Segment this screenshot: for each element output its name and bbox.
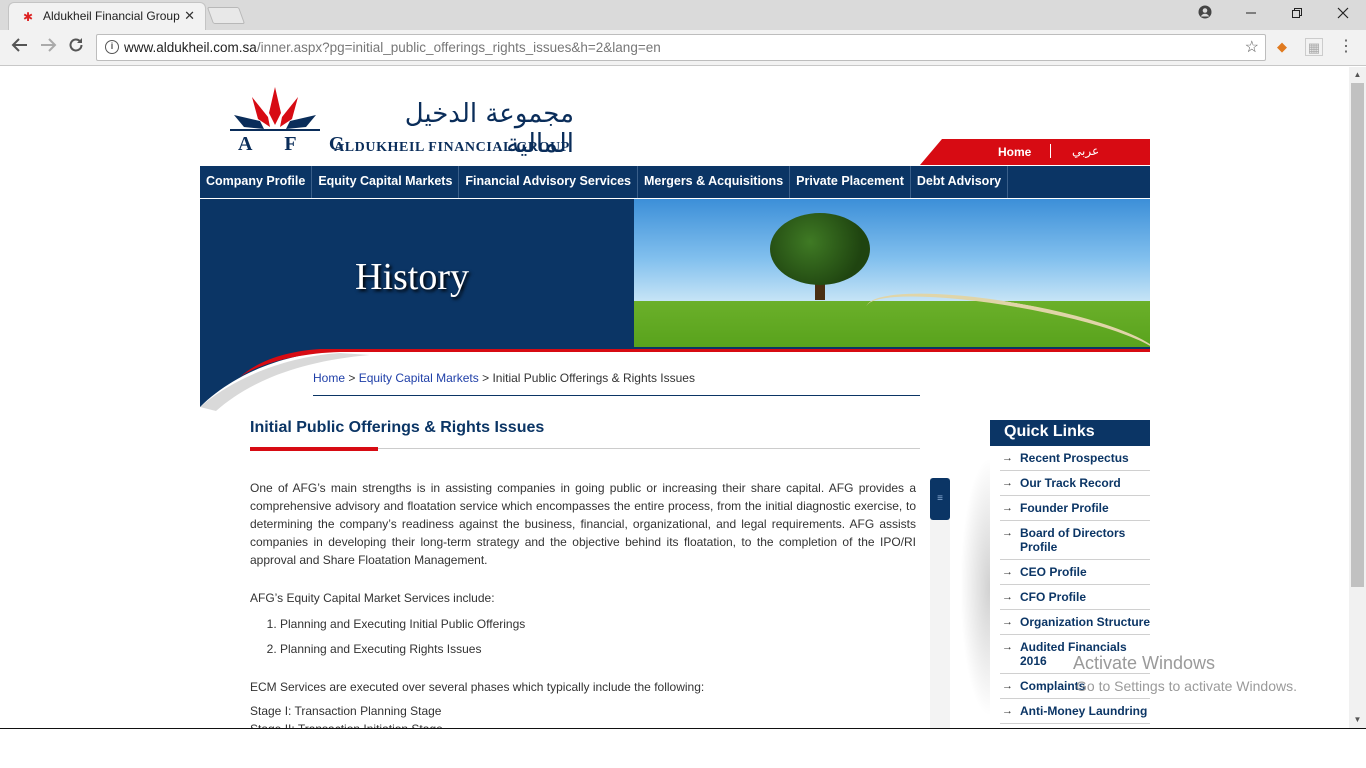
close-window-icon[interactable] — [1320, 0, 1366, 30]
list-item: Planning and Executing Rights Issues — [280, 640, 916, 658]
top-utility-nav: Home عربي — [920, 139, 1150, 165]
logo-english-name: ALDUKHEIL FINANCIAL GROUP — [334, 140, 570, 155]
content-scroll-thumb[interactable]: ≡ — [930, 478, 950, 520]
back-icon[interactable] — [8, 36, 32, 60]
list-item: Planning and Executing Initial Public Of… — [280, 615, 916, 633]
breadcrumb-home-link[interactable]: Home — [313, 371, 345, 385]
intro-paragraph: One of AFG’s main strengths is in assist… — [250, 481, 916, 567]
page-scroll-thumb[interactable] — [1351, 83, 1364, 587]
browser-toolbar: i www.aldukheil.com.sa/inner.aspx?pg=ini… — [0, 30, 1366, 66]
title-accent-bar — [250, 447, 378, 451]
profile-icon[interactable] — [1182, 0, 1228, 30]
quicklink-recent-prospectus[interactable]: → Recent Prospectus — [1000, 446, 1150, 471]
quick-links-heading: Quick Links — [990, 420, 1150, 446]
extension-icon[interactable]: ▦ — [1305, 38, 1323, 56]
top-nav-divider — [1050, 144, 1051, 158]
services-intro: AFG’s Equity Capital Market Services inc… — [250, 591, 495, 605]
phases-intro: ECM Services are executed over several p… — [250, 680, 705, 694]
nav-debt-advisory[interactable]: Debt Advisory — [911, 166, 1009, 198]
activate-windows-subtitle: Go to Settings to activate Windows. — [1076, 678, 1297, 694]
nav-equity-capital-markets[interactable]: Equity Capital Markets — [312, 166, 460, 198]
arrow-right-icon: → — [1002, 566, 1013, 578]
main-navigation: Company Profile Equity Capital Markets F… — [200, 166, 1150, 198]
banner-heading: History — [355, 256, 469, 298]
arrow-right-icon: → — [1002, 502, 1013, 514]
services-list: Planning and Executing Initial Public Of… — [280, 615, 916, 658]
content-scrollbar[interactable]: ≡ — [930, 478, 950, 728]
breadcrumb-section-link[interactable]: Equity Capital Markets — [359, 371, 479, 385]
forward-icon[interactable] — [36, 36, 60, 60]
arrow-right-icon: → — [1002, 477, 1013, 489]
arrow-right-icon: → — [1002, 452, 1013, 464]
metamask-extension-icon[interactable]: ◆ — [1273, 38, 1291, 56]
breadcrumb-underline — [313, 395, 920, 396]
activate-windows-title: Activate Windows — [1073, 653, 1216, 673]
site-info-icon[interactable]: i — [105, 40, 119, 54]
arrow-right-icon: → — [1002, 680, 1013, 692]
page-title: Initial Public Offerings & Rights Issues — [250, 419, 545, 436]
tab-title: Aldukheil Financial Group — [43, 9, 180, 23]
arrow-right-icon: → — [1002, 591, 1013, 603]
quicklink-founder-profile[interactable]: → Founder Profile — [1000, 496, 1150, 521]
site-favicon-icon: ✱ — [23, 10, 34, 24]
nav-financial-advisory-services[interactable]: Financial Advisory Services — [459, 166, 638, 198]
arabic-language-link[interactable]: عربي — [1072, 144, 1099, 158]
arrow-right-icon: → — [1002, 705, 1013, 717]
banner-path — [861, 277, 1150, 349]
arrow-right-icon: → — [1002, 616, 1013, 628]
nav-mergers-acquisitions[interactable]: Mergers & Acquisitions — [638, 166, 791, 198]
bookmark-star-icon[interactable]: ☆ — [1245, 37, 1259, 57]
tab-close-icon[interactable]: ✕ — [184, 8, 195, 24]
url-text: www.aldukheil.com.sa/inner.aspx?pg=initi… — [124, 40, 661, 55]
content-body: One of AFG’s main strengths is in assist… — [250, 479, 916, 728]
arrow-right-icon: → — [1002, 641, 1013, 653]
quicklink-anti-money-laundring[interactable]: → Anti-Money Laundring — [1000, 699, 1150, 724]
banner-image-tree-field — [634, 199, 1150, 349]
tab-bar: ✱ Aldukheil Financial Group ✕ — [0, 0, 1366, 30]
page-scrollbar[interactable]: ▲ ▼ — [1349, 67, 1366, 728]
afg-logo[interactable]: A F G مجموعة الدخيل المالية ALDUKHEIL FI… — [230, 85, 590, 159]
quicklinks-shadow — [960, 457, 990, 717]
stage-two: Stage II: Transaction Initiation Stage — [250, 720, 916, 728]
menu-icon[interactable]: ⋮ — [1337, 38, 1355, 56]
stage-one: Stage I: Transaction Planning Stage — [250, 704, 442, 718]
quicklink-cfo-profile[interactable]: → CFO Profile — [1000, 585, 1150, 610]
browser-tab[interactable]: ✱ Aldukheil Financial Group ✕ — [8, 2, 206, 30]
address-bar[interactable]: i www.aldukheil.com.sa/inner.aspx?pg=ini… — [96, 34, 1266, 61]
new-tab-button[interactable] — [206, 7, 246, 24]
afg-star-logo-icon — [230, 87, 320, 131]
scroll-down-icon[interactable]: ▼ — [1349, 712, 1366, 728]
breadcrumb: Home > Equity Capital Markets > Initial … — [313, 371, 695, 385]
banner-tree-crown — [770, 213, 870, 285]
page-viewport: A F G مجموعة الدخيل المالية ALDUKHEIL FI… — [0, 67, 1349, 728]
quicklink-ceo-profile[interactable]: → CEO Profile — [1000, 560, 1150, 585]
reload-icon[interactable] — [64, 36, 88, 60]
breadcrumb-current: Initial Public Offerings & Rights Issues — [492, 371, 695, 385]
bottom-strip — [0, 728, 1366, 768]
top-home-link[interactable]: Home — [998, 145, 1031, 159]
restore-icon[interactable] — [1274, 0, 1320, 30]
minimize-icon[interactable] — [1228, 0, 1274, 30]
quicklink-organization-structure[interactable]: → Organization Structure — [1000, 610, 1150, 635]
banner-heading-panel: History — [200, 199, 634, 349]
quicklink-track-record[interactable]: → Our Track Record — [1000, 471, 1150, 496]
scroll-up-icon[interactable]: ▲ — [1349, 67, 1366, 83]
nav-private-placement[interactable]: Private Placement — [790, 166, 911, 198]
nav-company-profile[interactable]: Company Profile — [200, 166, 313, 198]
arrow-right-icon: → — [1002, 527, 1013, 539]
quicklink-board-profile[interactable]: → Board of Directors Profile — [1000, 521, 1150, 560]
